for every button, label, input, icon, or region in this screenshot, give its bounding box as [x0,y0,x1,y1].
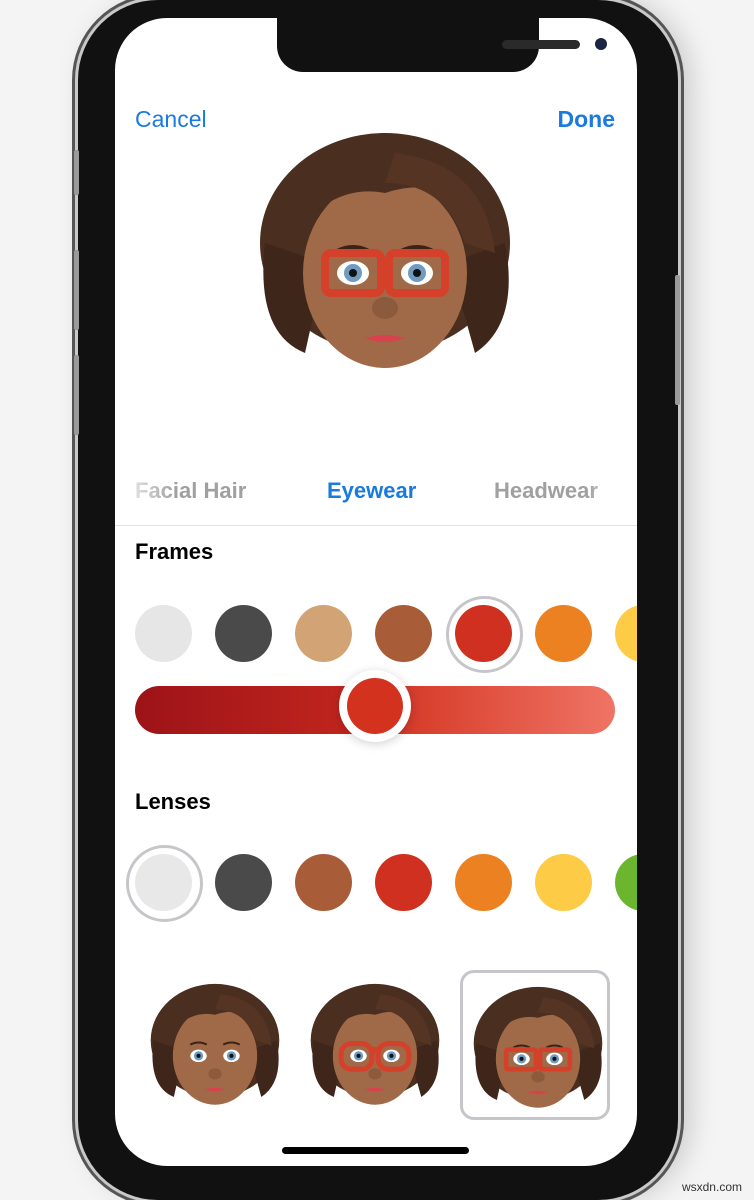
lens-color-swatch[interactable] [375,854,432,911]
eyewear-style-rectangular-red-glasses[interactable] [460,970,610,1120]
volume-down-button [74,355,79,435]
mute-switch [74,150,79,195]
lens-color-swatch[interactable] [455,854,512,911]
done-button[interactable]: Done [558,106,616,133]
category-tabs: Facial Hair Eyewear Headwear [115,478,637,524]
frame-color-swatch[interactable] [295,605,352,662]
eyewear-style-round-red-glasses[interactable] [300,970,450,1120]
frame-color-swatch[interactable] [135,605,192,662]
lens-color-swatch[interactable] [535,854,592,911]
side-button [675,275,680,405]
frame-color-swatch[interactable] [615,605,637,662]
tab-eyewear[interactable]: Eyewear [327,478,416,504]
frame-color-swatch[interactable] [535,605,592,662]
memoji-thumbnail [466,976,610,1116]
memoji-thumbnail [303,973,447,1113]
frames-title: Frames [135,539,214,564]
lens-color-swatch[interactable] [295,854,352,911]
tab-fade-right [587,473,637,523]
memoji-preview [245,113,525,383]
lenses-title: Lenses [135,789,211,814]
watermark: wsxdn.com [681,1180,742,1194]
memoji-editor-screen: Cancel Done Facial Hair Eyewear Headwear… [115,18,637,1166]
eyewear-style-no-glasses[interactable] [140,970,290,1120]
cancel-button[interactable]: Cancel [135,106,207,133]
tab-headwear[interactable]: Headwear [494,478,598,504]
speaker [502,40,580,49]
lens-color-swatch[interactable] [615,854,637,911]
slider-thumb[interactable] [339,670,411,742]
frame-color-swatch[interactable] [375,605,432,662]
volume-up-button [74,250,79,330]
notch [277,18,607,72]
divider [115,525,637,526]
lens-color-swatch[interactable] [215,854,272,911]
tab-fade-left [115,473,175,523]
front-camera [595,38,607,50]
lens-color-swatch[interactable] [126,845,203,922]
frame-shade-slider[interactable] [135,670,615,742]
home-indicator[interactable] [282,1147,469,1154]
frame-color-swatch[interactable] [446,596,523,673]
frame-color-swatch[interactable] [215,605,272,662]
memoji-thumbnail [143,973,287,1113]
